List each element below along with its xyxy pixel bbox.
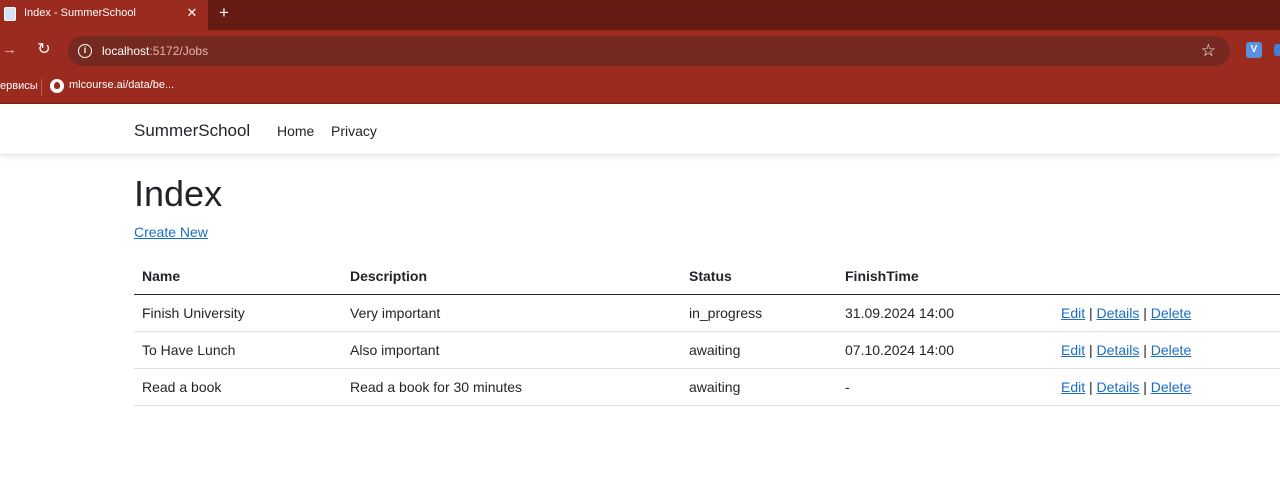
delete-link[interactable]: Delete [1151, 305, 1191, 321]
action-separator: | [1143, 304, 1147, 321]
extension-icon[interactable]: V [1246, 42, 1262, 58]
edit-link[interactable]: Edit [1061, 305, 1085, 321]
create-new-link[interactable]: Create New [134, 224, 208, 240]
site-navbar: SummerSchool Home Privacy [0, 104, 1280, 155]
cell-finish-time: 31.09.2024 14:00 [837, 294, 1053, 332]
delete-link[interactable]: Delete [1151, 342, 1191, 358]
url-host: localhost [102, 44, 150, 58]
bookmark-star-icon[interactable]: ☆ [1201, 40, 1216, 62]
reload-icon[interactable]: ↻ [34, 40, 54, 60]
github-icon [50, 79, 64, 93]
action-separator: | [1089, 341, 1093, 358]
cell-actions: Edit | Details | Delete [1053, 331, 1280, 369]
forward-icon[interactable]: → [2, 40, 22, 60]
cell-actions: Edit | Details | Delete [1053, 294, 1280, 332]
cell-finish-time: - [837, 368, 1053, 406]
brand-link[interactable]: SummerSchool [134, 121, 250, 141]
action-separator: | [1143, 341, 1147, 358]
table-row: Finish University Very important in_prog… [134, 294, 1280, 332]
header-description: Description [342, 259, 681, 295]
page-content: SummerSchool Home Privacy Index Create N… [0, 104, 1280, 494]
close-tab-icon[interactable]: ✕ [184, 4, 200, 22]
edit-link[interactable]: Edit [1061, 342, 1085, 358]
cell-actions: Edit | Details | Delete [1053, 368, 1280, 406]
page-title: Index [134, 173, 223, 214]
action-separator: | [1089, 304, 1093, 321]
cell-status: in_progress [681, 294, 837, 332]
browser-toolbar: → ↻ i localhost:5172/Jobs ☆ V [0, 30, 1280, 72]
edit-link[interactable]: Edit [1061, 379, 1085, 395]
cell-status: awaiting [681, 331, 837, 369]
cell-description: Very important [342, 294, 681, 332]
page-favicon-icon [4, 7, 16, 21]
cell-name: Finish University [134, 294, 342, 332]
details-link[interactable]: Details [1097, 342, 1140, 358]
cell-description: Read a book for 30 minutes [342, 368, 681, 406]
cell-name: Read a book [134, 368, 342, 406]
bookmark-mlcourse[interactable]: mlcourse.ai/data/be... [69, 79, 174, 91]
details-link[interactable]: Details [1097, 305, 1140, 321]
bookmarks-divider [41, 79, 42, 96]
address-bar[interactable]: i localhost:5172/Jobs ☆ [68, 36, 1230, 66]
header-finish-time: FinishTime [837, 259, 1053, 295]
tab-strip: Index - SummerSchool ✕ + [0, 0, 1280, 30]
new-tab-icon[interactable]: + [214, 2, 234, 24]
header-name: Name [134, 259, 342, 295]
url-text[interactable]: localhost:5172/Jobs [102, 44, 208, 58]
header-status: Status [681, 259, 837, 295]
delete-link[interactable]: Delete [1151, 379, 1191, 395]
cell-description: Also important [342, 331, 681, 369]
extension-icon-2[interactable] [1274, 44, 1280, 56]
bookmark-services[interactable]: ервисы [0, 80, 38, 92]
cell-finish-time: 07.10.2024 14:00 [837, 331, 1053, 369]
header-actions [1053, 259, 1280, 295]
bookmarks-bar: ервисы mlcourse.ai/data/be... [0, 72, 1280, 104]
action-separator: | [1089, 378, 1093, 395]
table-row: Read a book Read a book for 30 minutes a… [134, 368, 1280, 406]
jobs-table: Name Description Status FinishTime Finis… [134, 259, 1280, 406]
table-row: To Have Lunch Also important awaiting 07… [134, 331, 1280, 369]
cell-name: To Have Lunch [134, 331, 342, 369]
details-link[interactable]: Details [1097, 379, 1140, 395]
action-separator: | [1143, 378, 1147, 395]
nav-privacy-link[interactable]: Privacy [331, 123, 377, 139]
url-path: :5172/Jobs [149, 44, 209, 58]
nav-home-link[interactable]: Home [277, 123, 314, 139]
cell-status: awaiting [681, 368, 837, 406]
table-header-row: Name Description Status FinishTime [134, 259, 1280, 295]
tab-active[interactable]: Index - SummerSchool ✕ [0, 0, 208, 30]
tab-title: Index - SummerSchool [24, 7, 136, 19]
site-info-icon[interactable]: i [78, 44, 92, 58]
